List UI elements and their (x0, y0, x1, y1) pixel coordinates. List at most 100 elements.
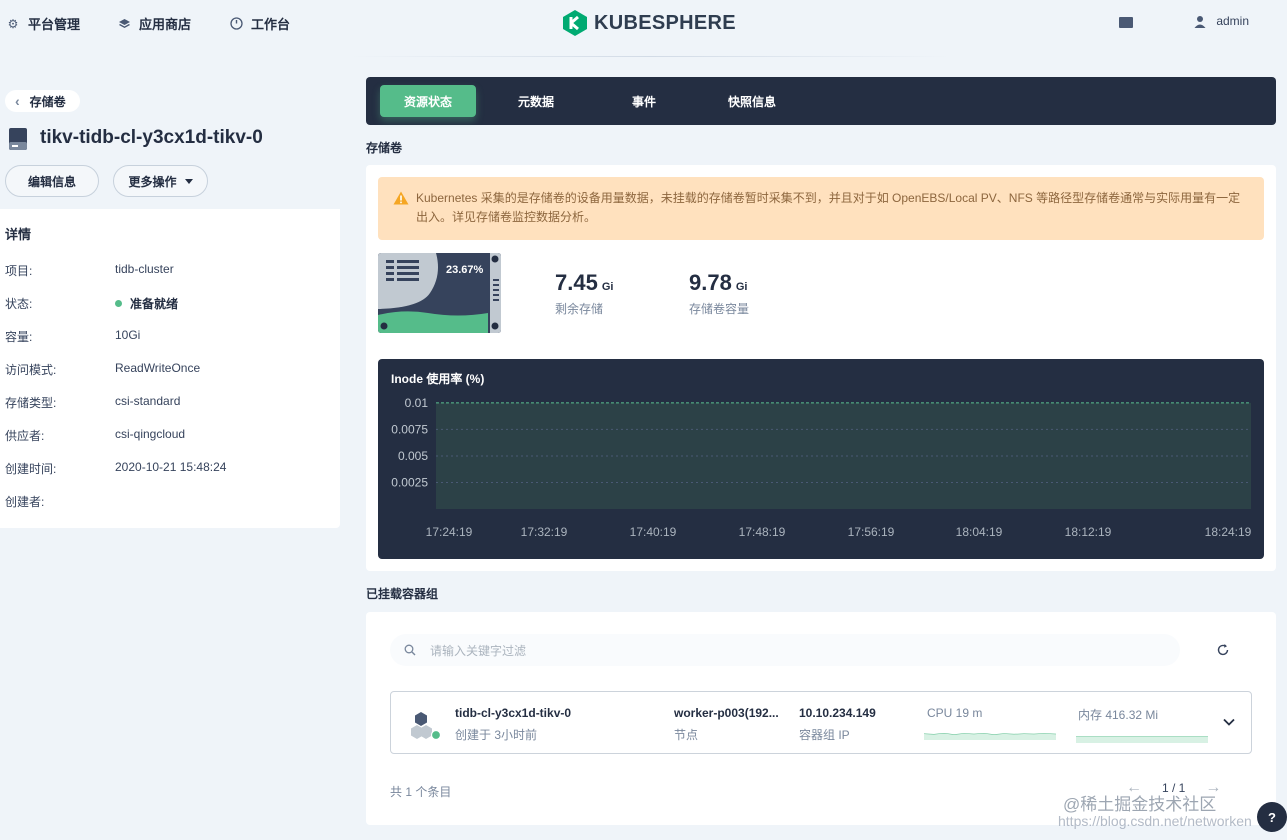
remaining-storage-value: 7.45 Gi (555, 270, 613, 296)
search-icon (404, 644, 416, 656)
chevron-left-icon: ‹ (15, 93, 20, 109)
series-area (436, 402, 1251, 509)
storage-class-text: csi-standard (115, 394, 181, 408)
usage-percent: 23.67% (446, 264, 484, 276)
pod-memory: 内存 416.32 Mi (1078, 708, 1159, 722)
back-button[interactable]: ‹ 存储卷 (5, 90, 80, 112)
capacity-value-text: 9.78 (689, 270, 732, 295)
search-placeholder: 请输入关键字过滤 (430, 643, 527, 658)
x-tick-label: 17:40:19 (630, 525, 677, 539)
detail-key-storage-class: 存储类型: (5, 396, 57, 410)
tab-metadata[interactable]: 元数据 (488, 85, 584, 117)
pod-ip: 10.10.234.149 (799, 706, 876, 720)
capacity-value: 9.78 Gi (689, 270, 747, 296)
tab-snapshots[interactable]: 快照信息 (704, 85, 800, 117)
memory-sparkline (1076, 736, 1208, 743)
remaining-value-text: 7.45 (555, 270, 598, 295)
kubesphere-logo-icon (563, 10, 587, 36)
capacity-unit: Gi (735, 281, 748, 293)
volume-icon (9, 128, 27, 150)
detail-value-created-time: 2020-10-21 15:48:24 (115, 460, 226, 474)
pod-memory-cell: 内存 416.32 Mi (1076, 706, 1208, 743)
warning-banner: Kubernetes 采集的是存储卷的设备用量数据，未挂载的存储卷暂时采集不到，… (378, 177, 1264, 240)
gear-icon: ⚙ (7, 16, 19, 31)
top-divider (350, 56, 950, 57)
x-tick-label: 17:48:19 (739, 525, 786, 539)
nav-app-store-label: 应用商店 (139, 17, 192, 32)
chart-plot: 0.01 0.0075 0.005 0.0025 17:24:19 17:32:19 17:… (391, 396, 1252, 539)
volume-section-title: 存储卷 (366, 141, 403, 155)
detail-key-created-time: 创建时间: (5, 462, 57, 476)
tab-bar: 资源状态 元数据 事件 快照信息 (366, 77, 1276, 125)
pod-icon (411, 712, 442, 741)
remaining-unit: Gi (601, 281, 614, 293)
kubesphere-logo[interactable]: KUBESPHERE (562, 9, 736, 37)
pod-created: 创建于 3小时前 (455, 728, 538, 742)
pod-node-label: 节点 (674, 728, 699, 742)
detail-key-provisioner: 供应者: (5, 429, 45, 443)
watermark: @稀土掘金技术社区 (1063, 795, 1217, 814)
status-text: 准备就绪 (130, 297, 179, 311)
logo-text: KUBESPHERE (594, 11, 736, 34)
pod-name[interactable]: tidb-cl-y3cx1d-tikv-0 (455, 706, 571, 720)
detail-value-provisioner: csi-qingcloud (115, 427, 185, 441)
capacity-label: 存储卷容量 (689, 302, 750, 316)
x-tick-label: 17:24:19 (426, 525, 473, 539)
chevron-down-icon[interactable] (1223, 718, 1235, 726)
total-count: 共 1 个条目 (390, 785, 452, 799)
more-actions-label: 更多操作 (128, 174, 177, 189)
pod-cpu-cell: CPU 19 m (924, 706, 1057, 740)
remaining-storage-label: 剩余存储 (555, 302, 604, 316)
help-icon: ? (1268, 809, 1276, 825)
stack-icon (117, 17, 131, 31)
detail-key-capacity: 容量: (5, 330, 33, 344)
edit-info-label: 编辑信息 (27, 174, 76, 189)
nav-platform-label: 平台管理 (28, 17, 81, 32)
nav-app-store[interactable]: 应用商店 (117, 14, 191, 33)
detail-key-project: 项目: (5, 264, 33, 278)
detail-key-access-mode: 访问模式: (5, 363, 57, 377)
x-tick-label: 17:32:19 (521, 525, 568, 539)
cpu-sparkline (924, 732, 1056, 740)
nav-platform[interactable]: ⚙ 平台管理 (6, 14, 80, 33)
capacity-text: 10Gi (115, 328, 141, 342)
pod-row[interactable]: tidb-cl-y3cx1d-tikv-0 创建于 3小时前 worker-p0… (390, 691, 1252, 754)
x-tick-label: 17:56:19 (848, 525, 895, 539)
user-menu[interactable]: admin (1194, 14, 1249, 28)
warning-icon (393, 191, 409, 205)
more-actions-button[interactable]: 更多操作 (113, 165, 208, 197)
caret-down-icon (184, 178, 193, 184)
provisioner-text: csi-qingcloud (115, 427, 186, 441)
y-tick-label: 0.005 (398, 449, 428, 463)
help-fab[interactable]: ? (1257, 802, 1287, 832)
dashboard-icon (229, 17, 243, 31)
details-title: 详情 (5, 227, 32, 242)
detail-value-project: tidb-cluster (115, 262, 174, 276)
detail-value-storage-class: csi-standard (115, 394, 180, 408)
volume-status-card: Kubernetes 采集的是存储卷的设备用量数据，未挂载的存储卷暂时采集不到，… (366, 165, 1276, 571)
pod-ip-cell: 10.10.234.149 容器组 IP (799, 706, 876, 743)
page-title: tikv-tidb-cl-y3cx1d-tikv-0 (40, 127, 263, 148)
status-dot-icon (115, 300, 122, 307)
y-tick-label: 0.0025 (391, 475, 428, 489)
nav-workbench-label: 工作台 (251, 17, 291, 32)
back-button-label: 存储卷 (29, 94, 66, 109)
refresh-icon[interactable] (1216, 643, 1230, 657)
volume-usage-gauge: 23.67% (378, 253, 501, 333)
nav-workbench[interactable]: 工作台 (229, 14, 290, 33)
edit-info-button[interactable]: 编辑信息 (5, 165, 99, 197)
tab-events[interactable]: 事件 (596, 85, 692, 117)
x-tick-label: 18:24:19 (1205, 525, 1252, 539)
detail-project-text: tidb-cluster (115, 262, 174, 276)
pod-search-input[interactable]: 请输入关键字过滤 (390, 634, 1180, 666)
watermark-url: https://blog.csdn.net/networken (1058, 813, 1252, 829)
user-name: admin (1216, 14, 1249, 28)
x-tick-label: 18:12:19 (1065, 525, 1112, 539)
docs-icon[interactable] (1119, 17, 1133, 28)
detail-value-status: 准备就绪 (115, 295, 178, 312)
mounted-pods-title: 已挂载容器组 (366, 587, 439, 601)
top-navbar: ⚙ 平台管理 应用商店 工作台 KUBESPHERE admin (0, 0, 1287, 46)
pod-node: worker-p003(192... (674, 706, 779, 720)
detail-key-status: 状态: (5, 297, 33, 311)
tab-resource-status[interactable]: 资源状态 (380, 85, 476, 117)
